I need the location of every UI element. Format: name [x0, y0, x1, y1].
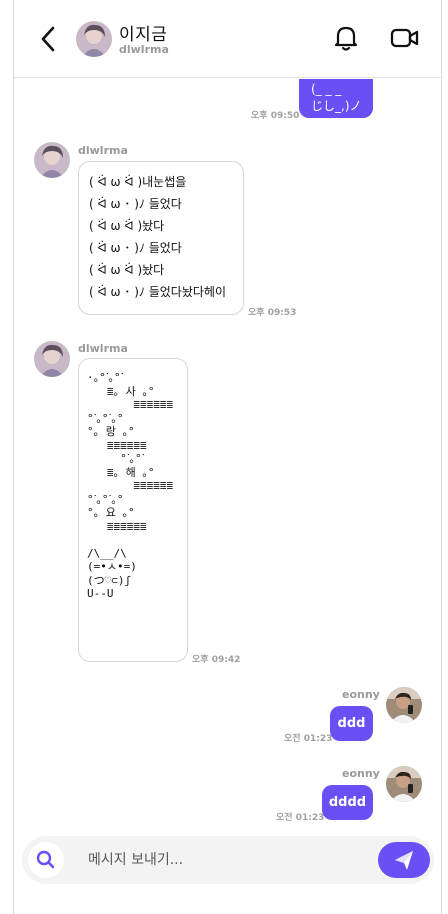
avatar-image — [34, 142, 70, 178]
contact-username: dlwlrma — [119, 43, 169, 56]
message-list[interactable]: (_ _ _ じし_,)ノ 오후 09:50 dlwlrma ( ᐛ ω ᐛ )… — [14, 79, 441, 829]
video-camera-icon — [390, 28, 419, 48]
message-text: dddd — [328, 795, 367, 810]
sender-name: dlwlrma — [78, 144, 128, 157]
message-composer — [22, 836, 434, 884]
message-timestamp: 오후 09:53 — [248, 308, 297, 318]
search-button[interactable] — [28, 842, 64, 878]
message-text-line: ( ᐛ ω ᐛ )놨다 — [89, 219, 165, 233]
message-timestamp: 오전 01:23 — [284, 734, 333, 744]
message-text-line: ( ᐛ ω ･ )ﾉ 들었다 — [89, 197, 182, 211]
sender-name: dlwlrma — [78, 342, 128, 355]
avatar-image — [386, 687, 422, 723]
chat-window: 이지금 dlwlrma (_ _ _ じし_,)ノ 오후 09:50 dlwlr… — [13, 0, 442, 914]
paper-plane-icon — [395, 851, 413, 870]
message-text-line: ( ᐛ ω ᐛ )내눈썹을 — [89, 175, 187, 189]
chevron-left-icon — [41, 26, 55, 52]
back-button[interactable] — [38, 25, 60, 53]
video-call-button[interactable] — [390, 26, 420, 50]
avatar-image — [386, 766, 422, 802]
contact-name: 이지금 — [119, 25, 168, 45]
avatar-image — [34, 341, 70, 377]
sender-avatar[interactable] — [386, 687, 422, 723]
message-text: ddd — [337, 716, 366, 731]
message-bubble-outgoing[interactable]: dddd — [322, 785, 373, 820]
message-timestamp: 오후 09:50 — [251, 111, 300, 121]
sender-avatar[interactable] — [34, 142, 70, 178]
message-text-line: (_ _ _ — [311, 82, 342, 96]
message-bubble-incoming[interactable]: ( ᐛ ω ᐛ )내눈썹을 ( ᐛ ω ･ )ﾉ 들었다 ( ᐛ ω ᐛ )놨다… — [78, 161, 244, 315]
message-text-line: ( ᐛ ω ᐛ )놨다 — [89, 263, 165, 277]
chat-header: 이지금 dlwlrma — [14, 0, 441, 78]
search-icon — [36, 850, 55, 869]
sender-name: eonny — [342, 688, 380, 701]
notifications-button[interactable] — [333, 24, 359, 52]
message-bubble-outgoing[interactable]: ddd — [330, 706, 373, 741]
send-button[interactable] — [378, 842, 430, 878]
contact-avatar[interactable] — [76, 21, 112, 57]
message-timestamp: 오후 09:42 — [192, 655, 241, 665]
message-timestamp: 오전 01:23 — [276, 813, 325, 823]
message-text-line: じし_,)ノ — [311, 99, 362, 113]
avatar-image — [76, 21, 112, 57]
message-text-line: ( ᐛ ω ･ )ﾉ 들었다 — [89, 241, 182, 255]
bell-icon — [334, 26, 358, 51]
message-bubble-outgoing[interactable]: (_ _ _ じし_,)ノ — [299, 79, 373, 118]
message-input[interactable] — [88, 848, 368, 872]
sender-avatar[interactable] — [34, 341, 70, 377]
sender-avatar[interactable] — [386, 766, 422, 802]
message-text-line: ( ᐛ ω ･ )ﾉ 들었다놨다헤이 — [89, 285, 226, 299]
ascii-art-text: ·｡°ᐝ｡°ᐝ ≣｡ 사 ｡° ≣≣≣≣≣≣ °ᐝ｡°ᐝ｡° °｡ 랑 ｡° ≣… — [87, 371, 174, 600]
message-bubble-incoming[interactable]: ·｡°ᐝ｡°ᐝ ≣｡ 사 ｡° ≣≣≣≣≣≣ °ᐝ｡°ᐝ｡° °｡ 랑 ｡° ≣… — [78, 358, 188, 662]
sender-name: eonny — [342, 767, 380, 780]
